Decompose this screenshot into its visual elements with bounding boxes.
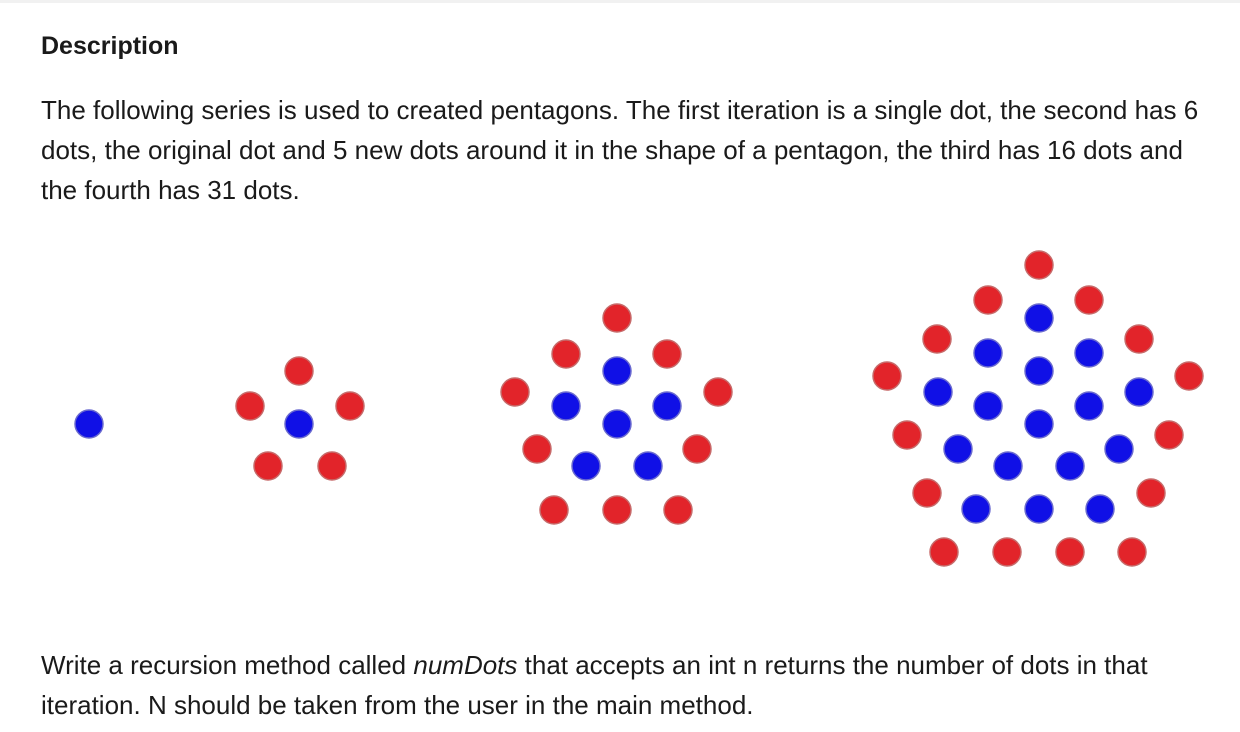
blue-dot bbox=[1024, 356, 1054, 386]
iteration-4-group bbox=[872, 250, 1204, 567]
blue-dot bbox=[633, 451, 663, 481]
red-dot bbox=[703, 377, 733, 407]
red-dot bbox=[317, 451, 347, 481]
blue-dot bbox=[993, 451, 1023, 481]
section-heading: Description bbox=[41, 32, 179, 60]
red-dot bbox=[929, 537, 959, 567]
top-divider bbox=[0, 0, 1240, 3]
red-dot bbox=[922, 324, 952, 354]
red-dot bbox=[1124, 324, 1154, 354]
red-dot bbox=[602, 303, 632, 333]
method-name: numDots bbox=[413, 650, 518, 680]
blue-dot bbox=[1024, 303, 1054, 333]
task-text-before: Write a recursion method called bbox=[41, 650, 414, 680]
blue-dot bbox=[961, 494, 991, 524]
iteration-3-group bbox=[500, 303, 733, 525]
task-paragraph: Write a recursion method called numDots … bbox=[41, 645, 1221, 725]
red-dot bbox=[284, 356, 314, 386]
iteration-2-group bbox=[235, 356, 365, 481]
red-dot bbox=[973, 285, 1003, 315]
red-dot bbox=[1154, 420, 1184, 450]
red-dot bbox=[1174, 361, 1204, 391]
red-dot bbox=[892, 420, 922, 450]
blue-dot bbox=[1074, 338, 1104, 368]
blue-dot bbox=[602, 356, 632, 386]
red-dot bbox=[912, 478, 942, 508]
blue-dot bbox=[602, 409, 632, 439]
blue-dot bbox=[652, 391, 682, 421]
blue-dot bbox=[1024, 409, 1054, 439]
description-paragraph: The following series is used to created … bbox=[41, 95, 1199, 205]
red-dot bbox=[235, 391, 265, 421]
red-dot bbox=[551, 339, 581, 369]
blue-dot bbox=[973, 338, 1003, 368]
blue-dot bbox=[1104, 434, 1134, 464]
blue-dot bbox=[1074, 391, 1104, 421]
blue-dot bbox=[973, 391, 1003, 421]
blue-dot bbox=[943, 434, 973, 464]
blue-dot bbox=[1085, 494, 1115, 524]
blue-dot bbox=[284, 409, 314, 439]
red-dot bbox=[1074, 285, 1104, 315]
red-dot bbox=[1055, 537, 1085, 567]
blue-dot bbox=[571, 451, 601, 481]
blue-dot bbox=[1124, 377, 1154, 407]
red-dot bbox=[1117, 537, 1147, 567]
red-dot bbox=[500, 377, 530, 407]
red-dot bbox=[539, 495, 569, 525]
blue-dot bbox=[1055, 451, 1085, 481]
red-dot bbox=[652, 339, 682, 369]
red-dot bbox=[992, 537, 1022, 567]
blue-dot bbox=[1024, 494, 1054, 524]
blue-dot bbox=[74, 409, 104, 439]
red-dot bbox=[872, 361, 902, 391]
blue-dot bbox=[923, 377, 953, 407]
red-dot bbox=[682, 434, 712, 464]
iteration-1-group bbox=[74, 409, 104, 439]
red-dot bbox=[1024, 250, 1054, 280]
red-dot bbox=[602, 495, 632, 525]
red-dot bbox=[253, 451, 283, 481]
red-dot bbox=[1136, 478, 1166, 508]
red-dot bbox=[663, 495, 693, 525]
blue-dot bbox=[551, 391, 581, 421]
red-dot bbox=[335, 391, 365, 421]
red-dot bbox=[522, 434, 552, 464]
